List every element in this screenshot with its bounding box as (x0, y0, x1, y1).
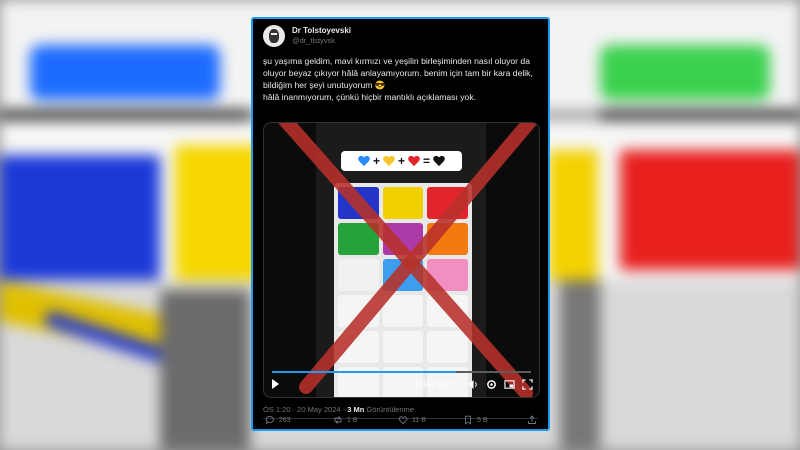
paint-well (338, 187, 379, 219)
heart-outline-icon (398, 416, 408, 425)
gear-icon[interactable] (485, 378, 497, 390)
tweet-header: Dr Tolstoyevski @dr_tlstyvsk (263, 25, 351, 47)
paint-well (427, 331, 468, 363)
author-names: Dr Tolstoyevski @dr_tlstyvsk (292, 26, 351, 46)
share-button[interactable] (527, 415, 537, 425)
bookmark-button[interactable]: 5 B (463, 415, 488, 425)
paint-well (382, 295, 424, 327)
tweet-text-line: bildiğim her şeyi unutuyorum 😎 (263, 80, 386, 90)
views-label: Görüntülenme (364, 405, 414, 414)
retweet-icon (334, 416, 342, 424)
handle[interactable]: @dr_tlstyvsk (292, 36, 351, 46)
paint-well (382, 223, 424, 255)
paint-well (427, 223, 468, 255)
paint-well (338, 223, 379, 255)
play-icon[interactable] (272, 379, 279, 389)
tweet-meta: ÖS 1:20 · 20 May 2024 · 3 Mn Görüntülenm… (263, 405, 414, 414)
tweet-text-line: hâlâ inanmıyorum, çünkü hiçbir mantıklı … (263, 92, 477, 102)
video-progress-fill (272, 371, 456, 373)
plus-sign: + (372, 154, 380, 168)
tweet-text-line: şu yaşıma geldim, mavi kırmızı ve yeşili… (263, 56, 530, 66)
equals-sign: = (423, 154, 431, 168)
paint-well (338, 259, 379, 291)
display-name[interactable]: Dr Tolstoyevski (292, 26, 351, 36)
paint-well (427, 259, 468, 291)
plus-sign: + (397, 154, 405, 168)
volume-icon[interactable] (467, 378, 479, 390)
reply-button[interactable]: 263 (265, 415, 291, 425)
paint-well (382, 187, 424, 219)
like-count: 11 B (412, 416, 426, 424)
blue-heart-icon (358, 156, 370, 167)
video-progress-bar[interactable] (272, 371, 531, 373)
video-time: 0:44 / 1:02 (415, 379, 453, 389)
red-heart-icon (408, 156, 420, 167)
action-bar: 263 1 B 11 B 5 B (265, 415, 540, 431)
tweet-text-line: oluyor beyaz çıkıyor hâlâ anlayamıyorum.… (263, 68, 533, 78)
tweet-card: Dr Tolstoyevski @dr_tlstyvsk şu yaşıma g… (251, 17, 550, 431)
paint-well (338, 331, 379, 363)
fullscreen-icon[interactable] (521, 378, 533, 390)
reply-count: 263 (279, 416, 291, 424)
retweet-button[interactable]: 1 B (333, 415, 358, 425)
share-icon (528, 415, 536, 424)
yellow-heart-icon (383, 156, 395, 167)
paint-well (427, 295, 468, 327)
retweet-count: 1 B (347, 416, 358, 424)
paint-well (382, 259, 424, 291)
avatar[interactable] (263, 25, 285, 47)
reply-icon (265, 416, 274, 425)
video-controls: 0:44 / 1:02 (264, 371, 539, 397)
bookmark-icon (465, 415, 471, 425)
tweet-timestamp[interactable]: ÖS 1:20 · 20 May 2024 · (263, 405, 347, 414)
like-button[interactable]: 11 B (398, 415, 426, 425)
heart-equation: + + = (341, 151, 462, 171)
picture-in-picture-icon[interactable] (503, 378, 515, 390)
tweet-text: şu yaşıma geldim, mavi kırmızı ve yeşili… (263, 55, 543, 103)
paint-well (427, 187, 468, 219)
black-heart-icon (433, 156, 445, 167)
views-count: 3 Mn (347, 405, 365, 414)
paint-palette (334, 183, 472, 397)
bookmark-count: 5 B (477, 416, 488, 424)
paint-well (382, 331, 424, 363)
paint-well (338, 295, 379, 327)
video-player[interactable]: + + = 0:44 / 1:02 (263, 122, 540, 398)
